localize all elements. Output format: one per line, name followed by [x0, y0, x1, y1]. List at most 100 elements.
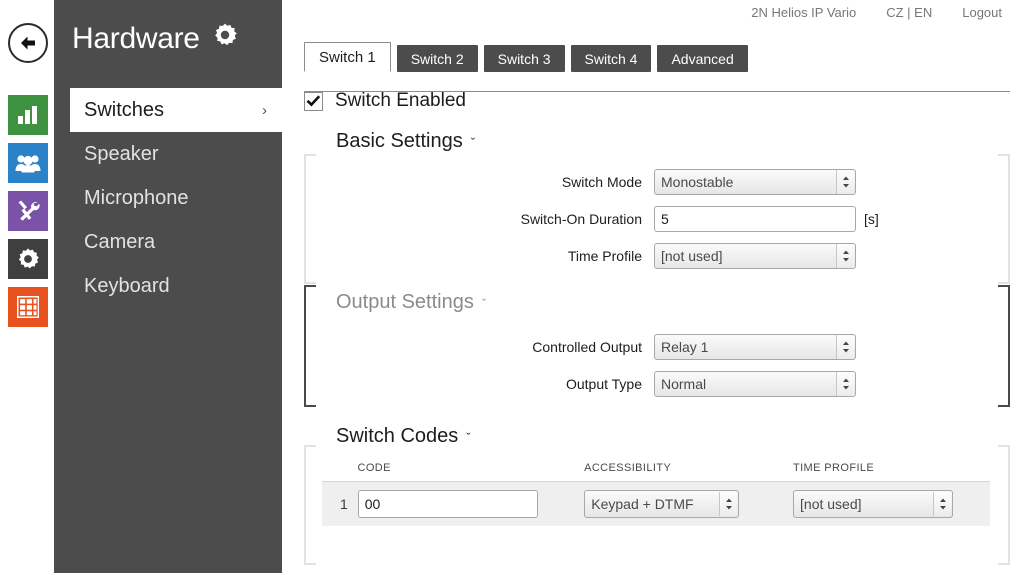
hardware-tools-icon[interactable] — [8, 191, 48, 231]
section-bracket-right — [998, 445, 1010, 565]
spinner-icon[interactable] — [933, 492, 952, 516]
gear-icon — [212, 22, 238, 56]
output-type-select[interactable]: Normal — [654, 371, 856, 397]
directory-users-icon[interactable] — [8, 143, 48, 183]
tab-label: Switch 4 — [584, 50, 638, 67]
field-time-profile: Time Profile [not used] — [304, 243, 1024, 269]
select-value: Monostable — [661, 174, 734, 190]
sidebar-title: Hardware — [54, 0, 282, 56]
column-header-accessibility: ACCESSIBILITY — [584, 462, 672, 474]
sidebar-item-label: Keyboard — [84, 274, 170, 297]
icon-rail — [0, 0, 54, 573]
input-value: 5 — [661, 211, 669, 227]
tab-switch-3[interactable]: Switch 3 — [483, 45, 565, 72]
time-profile-select[interactable]: [not used] — [654, 243, 856, 269]
column-header-code: CODE — [357, 462, 391, 474]
accessibility-select[interactable]: Keypad + DTMF — [584, 490, 740, 518]
duration-unit-label: [s] — [864, 211, 879, 227]
spinner-icon[interactable] — [836, 372, 854, 396]
column-header-time-profile: TIME PROFILE — [792, 462, 875, 474]
field-label: Output Type — [565, 376, 642, 392]
spinner-icon[interactable] — [836, 170, 854, 194]
field-label: Switch-On Duration — [520, 211, 642, 227]
select-value: [not used] — [800, 496, 862, 512]
sidebar-menu: Switches › Speaker Microphone Camera Key… — [54, 88, 283, 308]
switch-codes-table: CODE ACCESSIBILITY TIME PROFILE 1 00 Key… — [322, 462, 990, 526]
field-label: Time Profile — [567, 248, 642, 264]
tab-advanced[interactable]: Advanced — [657, 45, 748, 72]
code-input[interactable]: 00 — [357, 490, 538, 518]
sidebar-item-label: Microphone — [84, 186, 189, 209]
chevron-down-icon: ˇ — [470, 135, 476, 150]
output-settings-section: Output Settings ˇ Controlled Output Rela… — [304, 285, 1024, 407]
switch-codes-section: Switch Codes ˇ CODE ACCESSIBILITY TIME P… — [304, 425, 1024, 565]
switch-enabled-row: Switch Enabled — [304, 90, 1024, 112]
tab-label: Advanced — [671, 50, 734, 67]
tab-underline — [304, 91, 1010, 92]
main-content: Switch 1 Switch 2 Switch 3 Switch 4 Adva… — [282, 24, 1024, 573]
controlled-output-select[interactable]: Relay 1 — [654, 334, 856, 360]
output-settings-heading[interactable]: Output Settings ˇ — [304, 291, 1024, 314]
tab-label: Switch 2 — [410, 50, 464, 67]
sidebar-item-label: Camera — [84, 230, 156, 253]
tab-bar: Switch 1 Switch 2 Switch 3 Switch 4 Adva… — [304, 36, 1024, 72]
chevron-down-icon: ˇ — [481, 296, 487, 311]
switch-mode-select[interactable]: Monostable — [654, 169, 856, 195]
field-controlled-output: Controlled Output Relay 1 — [304, 334, 1024, 360]
sidebar-item-label: Switches — [84, 98, 165, 121]
keypad-grid-icon[interactable] — [8, 287, 48, 327]
top-bar: 2N Helios IP Vario CZ | EN Logout — [290, 0, 1024, 24]
language-switcher[interactable]: CZ | EN — [886, 5, 932, 20]
section-bracket-left — [304, 445, 316, 565]
spinner-icon[interactable] — [719, 492, 738, 516]
section-bracket-left — [304, 154, 316, 284]
services-gear-icon[interactable] — [8, 239, 48, 279]
section-bracket-right — [998, 285, 1010, 407]
sidebar-title-label: Hardware — [72, 22, 200, 55]
field-label: Switch Mode — [561, 174, 642, 190]
spinner-icon[interactable] — [836, 335, 854, 359]
tab-label: Switch 1 — [319, 48, 376, 66]
chevron-down-icon: ˇ — [466, 430, 471, 445]
tab-label: Switch 3 — [497, 50, 551, 67]
row-time-profile-select[interactable]: [not used] — [793, 490, 954, 518]
sidebar-item-camera[interactable]: Camera — [54, 220, 282, 264]
back-arrow-icon[interactable] — [8, 23, 48, 63]
sidebar-item-switches[interactable]: Switches › — [70, 88, 283, 132]
input-value: 00 — [364, 496, 381, 512]
output-settings-heading-label: Output Settings — [336, 291, 474, 313]
section-bracket-right — [998, 154, 1010, 284]
table-row: 1 00 Keypad + DTMF [not used] — [322, 482, 990, 526]
column-header-index — [322, 462, 357, 474]
chevron-right-icon: › — [262, 101, 267, 119]
sidebar-item-keyboard[interactable]: Keyboard — [54, 264, 282, 308]
switch-on-duration-input[interactable]: 5 — [654, 206, 856, 232]
select-value: Relay 1 — [661, 339, 709, 355]
logout-link[interactable]: Logout — [962, 5, 1002, 20]
select-value: Normal — [661, 376, 707, 392]
switch-enabled-label: Switch Enabled — [335, 90, 466, 111]
spinner-icon[interactable] — [836, 244, 854, 268]
field-output-type: Output Type Normal — [304, 371, 1024, 397]
sidebar: Hardware Switches › Speaker Microphone C… — [54, 0, 283, 573]
tab-switch-4[interactable]: Switch 4 — [570, 45, 652, 72]
status-bar-chart-icon[interactable] — [8, 95, 48, 135]
field-switch-on-duration: Switch-On Duration 5 [s] — [304, 206, 1024, 232]
switch-enabled-checkbox[interactable] — [304, 91, 323, 111]
select-value: [not used] — [661, 248, 723, 264]
switch-codes-heading[interactable]: Switch Codes ˇ — [304, 425, 1024, 448]
tab-switch-1[interactable]: Switch 1 — [304, 42, 391, 72]
field-switch-mode: Switch Mode Monostable — [304, 169, 1024, 195]
section-bracket-left — [304, 285, 316, 407]
basic-settings-section: Basic Settings ˇ Switch Mode Monostable … — [304, 130, 1024, 284]
row-index: 1 — [340, 496, 348, 512]
device-name: 2N Helios IP Vario — [751, 4, 857, 20]
basic-settings-heading[interactable]: Basic Settings ˇ — [304, 130, 1024, 153]
basic-settings-heading-label: Basic Settings — [336, 130, 463, 152]
tab-switch-2[interactable]: Switch 2 — [396, 45, 478, 72]
sidebar-item-label: Speaker — [84, 142, 159, 165]
sidebar-item-speaker[interactable]: Speaker — [54, 132, 282, 176]
switch-codes-heading-label: Switch Codes — [336, 425, 459, 447]
table-header-row: CODE ACCESSIBILITY TIME PROFILE — [322, 462, 990, 482]
sidebar-item-microphone[interactable]: Microphone — [54, 176, 282, 220]
